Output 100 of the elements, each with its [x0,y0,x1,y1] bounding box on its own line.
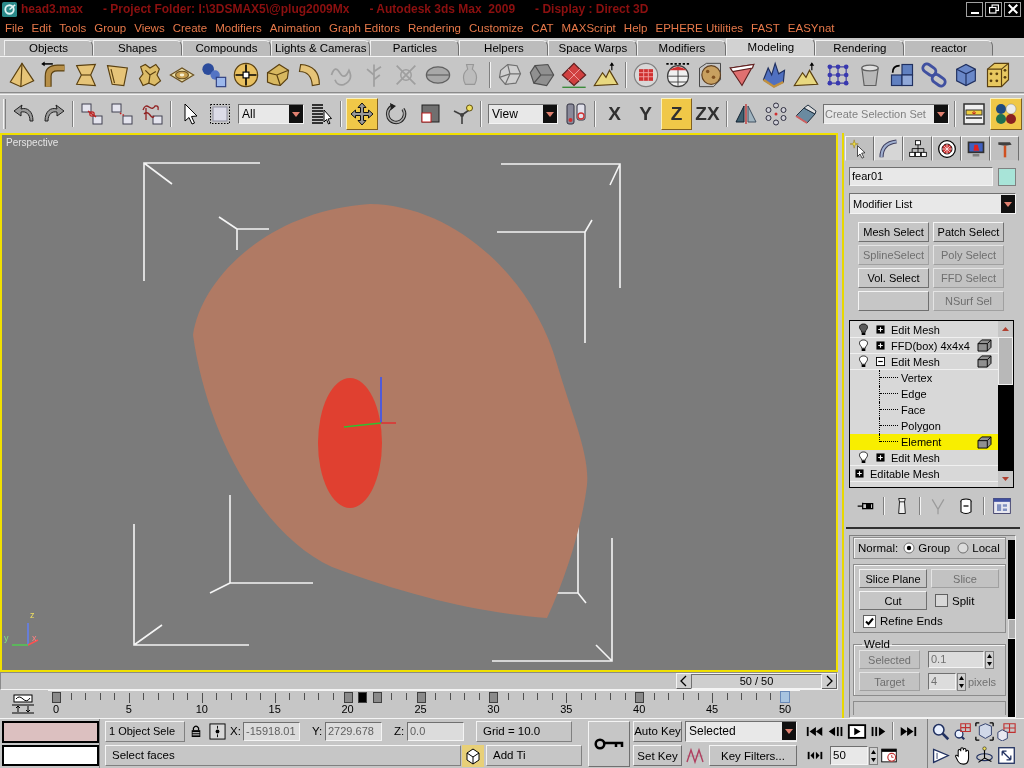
window-grid-icon[interactable] [992,496,1012,516]
light-bulb-icon[interactable] [858,323,869,336]
auto-key-button[interactable]: Auto Key [633,720,682,742]
menu-item[interactable]: EPHERE Utilities [651,20,748,36]
node-tree-tab[interactable] [903,136,932,161]
perforated-cube-icon[interactable] [984,60,1012,89]
menu-item[interactable]: Graph Editors [325,20,404,36]
menu-item[interactable]: Animation [265,20,325,36]
zoom-icon[interactable] [931,721,950,741]
stack-item[interactable]: Edge [850,386,998,402]
coordinate-system-dropdown[interactable]: View [488,103,558,124]
selection-set-combo[interactable]: Create Selection Set [823,103,949,124]
sphere-cluster-icon[interactable] [200,60,228,89]
stack-item[interactable]: Element [850,434,998,450]
layers-icon[interactable] [962,101,986,126]
mirror-icon[interactable] [734,101,758,126]
key-marker[interactable] [416,692,426,703]
stack-item[interactable]: Edit Mesh [850,322,998,338]
restore-button[interactable] [985,1,1002,17]
scrollbar-thumb[interactable] [1007,618,1015,639]
lock-icon[interactable] [190,724,202,739]
pyramid-icon[interactable] [8,60,36,89]
terrain-icon[interactable] [592,60,620,89]
toolbar-tab[interactable]: Rendering [815,40,905,56]
circle-arrows-icon[interactable] [232,60,260,89]
curved-band-tab[interactable] [874,136,903,161]
current-frame-marker[interactable] [780,691,790,703]
time-slider-track[interactable]: 50 / 50 [0,672,838,690]
stack-item[interactable]: Edit Mesh [850,354,998,370]
light-bulb-icon[interactable] [858,339,869,352]
key-marker[interactable] [489,692,499,703]
scrollbar-thumb[interactable] [998,337,1013,385]
cube-icon[interactable] [462,744,484,767]
crystal-icon[interactable] [760,60,788,89]
key-marker[interactable] [635,692,645,703]
viewport[interactable]: Perspective z y x [0,133,838,672]
selection-rectangle-icon[interactable] [208,101,232,126]
axis-constraint-button[interactable]: ZX [692,97,723,130]
scroll-down-icon[interactable] [998,471,1013,487]
cube-icon[interactable] [977,339,992,352]
grid-diamond-icon[interactable] [560,60,588,89]
play-icon[interactable] [847,723,867,739]
rollout-scrollbar[interactable] [1007,540,1015,717]
magnifier-grid-icon[interactable] [953,721,972,741]
key-marker[interactable] [52,692,61,703]
menu-item[interactable]: FAST [747,20,784,36]
coordinate-field[interactable]: 2729.678 [325,721,382,741]
set-key-button[interactable]: Set Key [633,745,682,767]
wave-arrows-icon[interactable] [10,694,36,714]
unlink-squares-icon[interactable] [110,101,134,126]
menu-item[interactable]: Help [619,20,652,36]
script-input-field[interactable] [2,721,99,743]
menu-item[interactable]: Customize [465,20,528,36]
hand-icon[interactable] [953,746,972,766]
axis-constraint-button[interactable]: Y [630,97,661,130]
chain-icon[interactable] [920,60,948,89]
menu-item[interactable]: Create [168,20,212,36]
key-mode-dropdown[interactable]: Selected [685,720,797,742]
cube-icon[interactable] [977,435,992,449]
toolbar-tab[interactable]: Space Warps [548,40,638,56]
cube-icon[interactable] [977,355,992,368]
selection-filter-dropdown[interactable]: All [238,103,304,124]
menu-item[interactable]: Modifiers [211,20,266,36]
menu-item[interactable]: File [1,20,28,36]
viewport-label[interactable]: Perspective [6,137,59,148]
modifier-button[interactable]: Patch Select [933,222,1004,242]
light-bulb-icon[interactable] [858,451,869,464]
toolbar-tab[interactable]: Modifiers [637,40,727,56]
selection-set-field[interactable]: Create Selection Set [825,105,933,122]
triangle-icon[interactable] [931,746,950,766]
hexagon-frame-icon[interactable] [975,721,994,741]
toolbar-tab[interactable]: Objects [4,40,93,56]
toolbar-tab[interactable]: Helpers [459,40,549,56]
wheel-tab[interactable] [932,136,961,161]
modifier-button[interactable]: Mesh Select [858,222,929,242]
stack-item[interactable]: FFD(box) 4x4x4 [850,338,998,354]
slice-plane-button[interactable]: Slice Plane [859,569,927,588]
hammer-tab[interactable] [990,136,1019,161]
axis-constraint-button[interactable]: X [599,97,630,130]
spinner-arrows-icon[interactable] [957,672,966,691]
object-name-field[interactable]: fear01 [849,167,993,186]
stack-item[interactable]: Face [850,402,998,418]
cursor-sparkle-tab[interactable] [845,136,874,161]
clock-window-icon[interactable] [879,748,899,764]
bent-tube-icon[interactable] [40,60,68,89]
scroll-up-icon[interactable] [998,321,1013,337]
coordinate-field[interactable]: -15918.01 [243,721,300,741]
grid-sphere-icon[interactable] [632,60,660,89]
key-marker[interactable] [372,692,382,703]
plus-box-icon[interactable] [855,469,864,478]
radio-button[interactable] [957,542,970,554]
plus-box-icon[interactable] [876,341,885,350]
menu-item[interactable]: MAXScript [557,20,620,36]
plus-box-icon[interactable] [876,325,885,334]
key-filters-button[interactable]: Key Filters... [709,745,797,767]
menu-item[interactable]: Edit [27,20,56,36]
modifier-button[interactable] [858,291,929,311]
object-color-swatch[interactable] [998,167,1016,186]
spinner-arrows-icon[interactable] [869,746,878,765]
globe-icon[interactable] [664,60,692,89]
